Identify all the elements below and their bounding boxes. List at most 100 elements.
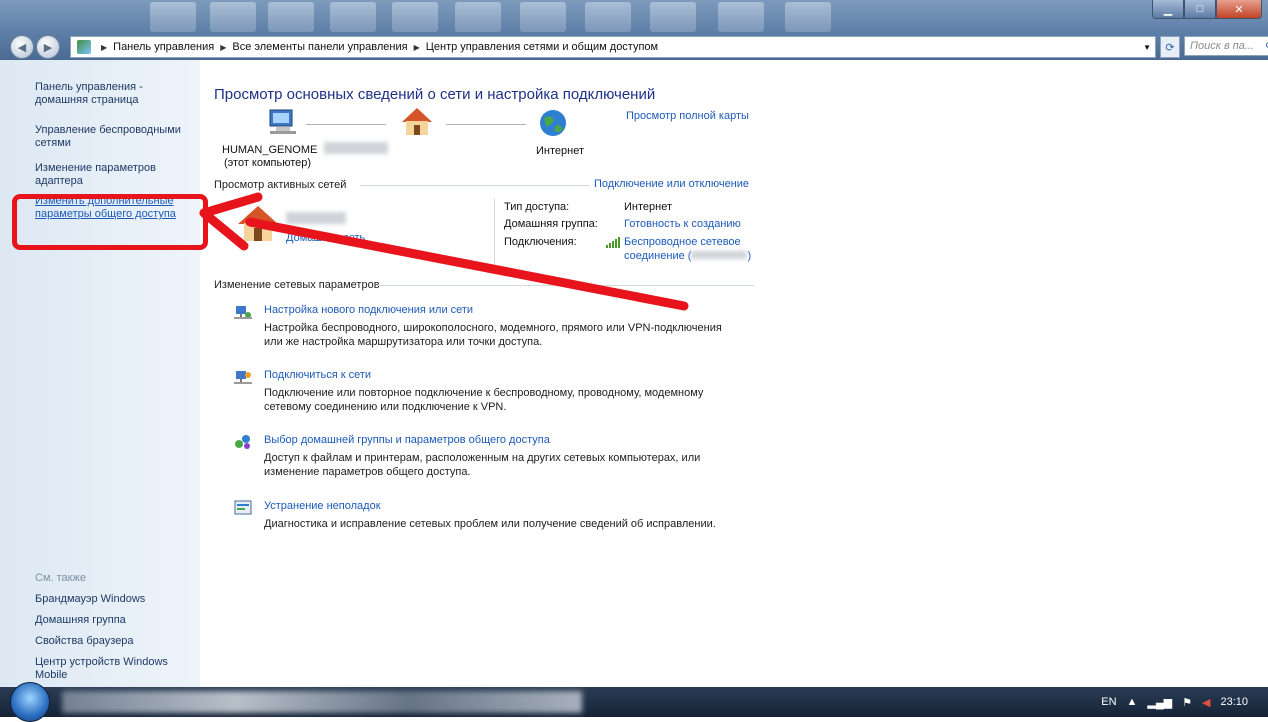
sidebar-item-wireless[interactable]: Управление беспроводными сетями	[35, 124, 195, 150]
blurred-thumbnail	[150, 2, 196, 32]
connection-text-a: соединение (	[624, 250, 692, 262]
connection-text-b: )	[747, 250, 752, 262]
see-also-label: См. также	[35, 572, 86, 584]
task-desc-line: изменение параметров общего доступа.	[264, 466, 471, 478]
task-new-connection[interactable]: Настройка нового подключения или сети	[264, 304, 473, 316]
task-connect-network[interactable]: Подключиться к сети	[264, 369, 371, 381]
blurred-thumbnail	[718, 2, 764, 32]
breadcrumb-separator-icon: ▶	[413, 42, 420, 52]
section-divider	[360, 185, 590, 186]
connect-network-icon	[234, 371, 252, 384]
breadcrumb-separator-icon: ▶	[220, 42, 227, 52]
address-bar[interactable]: ▶ Панель управления ▶ Все элементы панел…	[70, 36, 1156, 58]
computer-icon	[269, 109, 296, 134]
see-also-homegroup[interactable]: Домашняя группа	[35, 614, 195, 627]
blurred-ssid	[691, 251, 748, 259]
task-desc-line: или же настройка маршрутизатора или точк…	[264, 336, 543, 348]
breadcrumb-control-panel[interactable]: Панель управления	[113, 41, 214, 53]
forward-arrow-icon: ▶	[43, 41, 53, 54]
blurred-thumbnail	[520, 2, 566, 32]
access-type-label: Тип доступа:	[504, 201, 570, 213]
breadcrumb-network-center[interactable]: Центр управления сетями и общим доступом	[426, 41, 658, 53]
blurred-thumbnail	[330, 2, 376, 32]
forward-button[interactable]: ▶	[36, 35, 60, 59]
change-settings-heading: Изменение сетевых параметров	[214, 279, 380, 291]
left-task-pane: Панель управления - домашняя страница Уп…	[0, 60, 208, 687]
task-desc-line: Подключение или повторное подключение к …	[264, 387, 704, 399]
breadcrumb-all-items[interactable]: Все элементы панели управления	[232, 41, 407, 53]
highlight-box	[12, 194, 208, 250]
connections-label: Подключения:	[504, 236, 577, 248]
network-signal-icon[interactable]: ▂▄▆	[1147, 696, 1172, 709]
minimize-button[interactable]: ▁	[1152, 0, 1184, 19]
active-networks-heading: Просмотр активных сетей	[214, 179, 347, 191]
map-connector	[446, 124, 526, 125]
breadcrumb-separator-icon: ▶	[101, 42, 108, 52]
system-tray: EN ▲ ▂▄▆ ⚑ ◀ 23:10	[1101, 687, 1248, 717]
chevron-down-icon[interactable]: ▼	[1143, 43, 1151, 52]
task-desc-line: сетевому соединению или подключение к VP…	[264, 401, 507, 413]
minimize-icon: ▁	[1163, 3, 1173, 16]
vertical-divider	[494, 198, 495, 266]
navigation-bar: ◀ ▶ ▶ Панель управления ▶ Все элементы п…	[0, 33, 1268, 59]
main-content: Просмотр основных сведений о сети и наст…	[200, 60, 1268, 687]
language-indicator[interactable]: EN	[1101, 696, 1116, 708]
sidebar-item-home[interactable]: Панель управления - домашняя страница	[35, 81, 195, 107]
full-map-link[interactable]: Просмотр полной карты	[626, 110, 749, 122]
troubleshoot-icon	[234, 500, 252, 515]
blurred-taskbar-apps	[62, 691, 582, 713]
page-title: Просмотр основных сведений о сети и наст…	[214, 86, 656, 103]
computer-sub: (этот компьютер)	[224, 157, 312, 169]
home-network-icon	[238, 206, 278, 241]
network-type-link[interactable]: Домашняя сеть	[286, 232, 365, 244]
connect-disconnect-link[interactable]: Подключение или отключение	[594, 178, 749, 190]
homegroup-link[interactable]: Готовность к созданию	[624, 218, 741, 230]
blurred-thumbnail	[650, 2, 696, 32]
maximize-button[interactable]: □	[1184, 0, 1216, 19]
refresh-button[interactable]: ⟳	[1160, 36, 1180, 58]
homegroup-label: Домашняя группа:	[504, 218, 598, 230]
blurred-thumbnail	[210, 2, 256, 32]
new-connection-icon	[234, 306, 252, 319]
blurred-network-name	[286, 212, 346, 224]
search-input[interactable]: Поиск в па... ⚲	[1184, 36, 1268, 56]
blurred-thumbnail	[392, 2, 438, 32]
computer-name: HUMAN_GENOME	[222, 144, 318, 156]
back-button[interactable]: ◀	[10, 35, 34, 59]
window-title-bar: ▁ □ ✕ ◀ ▶ ▶ Панель управления ▶ Все элем…	[0, 0, 1268, 60]
window-controls: ▁ □ ✕	[1152, 0, 1262, 20]
see-also-browser-props[interactable]: Свойства браузера	[35, 635, 195, 648]
see-also-device-center[interactable]: Центр устройств Windows Mobile	[35, 656, 185, 682]
blurred-thumbnail	[455, 2, 501, 32]
close-icon: ✕	[1234, 3, 1244, 16]
close-button[interactable]: ✕	[1216, 0, 1262, 19]
start-button[interactable]	[10, 682, 50, 722]
tray-expand-icon[interactable]: ▲	[1127, 696, 1138, 708]
wireless-connection-link-cont[interactable]: соединение ()	[624, 250, 751, 262]
volume-icon[interactable]: ◀	[1202, 696, 1210, 709]
see-also-firewall[interactable]: Брандмауэр Windows	[35, 593, 195, 606]
action-center-icon[interactable]: ⚑	[1182, 696, 1192, 709]
task-desc-line: Настройка беспроводного, широкополосного…	[264, 322, 722, 334]
house-icon	[402, 108, 432, 135]
blurred-thumbnail	[268, 2, 314, 32]
access-type-value: Интернет	[624, 201, 672, 213]
blurred-thumbnail	[785, 2, 831, 32]
control-panel-icon	[77, 40, 91, 54]
wifi-signal-icon	[606, 237, 620, 248]
maximize-icon: □	[1196, 3, 1204, 15]
task-desc-line: Диагностика и исправление сетевых пробле…	[264, 518, 716, 530]
clock[interactable]: 23:10	[1220, 696, 1248, 708]
task-homegroup[interactable]: Выбор домашней группы и параметров общег…	[264, 434, 550, 446]
task-new-connection-desc: Настройка беспроводного, широкополосного…	[264, 321, 764, 349]
homegroup-icon	[235, 435, 250, 449]
blurred-network-name	[324, 142, 388, 154]
back-arrow-icon: ◀	[17, 41, 27, 54]
blurred-thumbnail	[585, 2, 631, 32]
internet-label: Интернет	[536, 145, 584, 157]
task-homegroup-desc: Доступ к файлам и принтерам, расположенн…	[264, 451, 764, 479]
sidebar-item-adapter[interactable]: Изменение параметров адаптера	[35, 162, 195, 188]
wireless-connection-link[interactable]: Беспроводное сетевое	[624, 236, 741, 248]
task-troubleshoot[interactable]: Устранение неполадок	[264, 500, 381, 512]
task-desc-line: Доступ к файлам и принтерам, расположенн…	[264, 452, 701, 464]
